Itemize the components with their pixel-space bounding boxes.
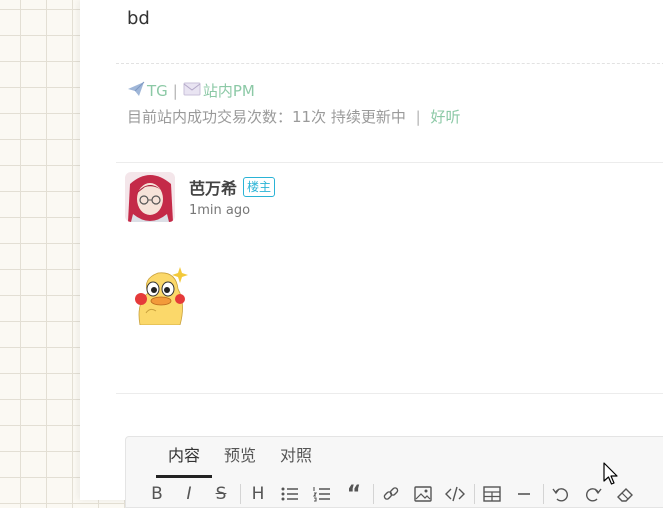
bold-button[interactable]: B xyxy=(144,483,170,505)
italic-button[interactable]: I xyxy=(176,483,202,505)
tab-preview[interactable]: 预览 xyxy=(212,445,268,475)
reply-timestamp: 1min ago xyxy=(189,203,251,218)
reply-divider xyxy=(116,393,663,394)
strikethrough-button[interactable]: S xyxy=(208,483,234,505)
italic-icon: I xyxy=(186,484,192,504)
ordered-list-button[interactable] xyxy=(309,483,335,505)
strikethrough-icon: S xyxy=(215,484,227,504)
horizontal-rule-button[interactable] xyxy=(511,483,537,505)
signature-divider xyxy=(116,63,663,64)
quote-button[interactable]: “ xyxy=(341,481,367,507)
tab-content[interactable]: 内容 xyxy=(156,445,213,478)
toolbar-separator xyxy=(240,484,241,504)
envelope-icon xyxy=(183,82,201,100)
signature-contact-line: TG | 站内PM xyxy=(127,80,255,101)
heading-button[interactable]: H xyxy=(245,483,271,505)
op-badge: 楼主 xyxy=(243,177,276,197)
tab-compare[interactable]: 对照 xyxy=(268,445,324,475)
telegram-link[interactable]: TG xyxy=(147,82,168,100)
quote-icon: “ xyxy=(346,481,362,507)
avatar[interactable] xyxy=(125,172,175,222)
post-body-text: bd xyxy=(127,8,150,29)
mouse-cursor-icon xyxy=(603,462,619,490)
signature-link[interactable]: 好听 xyxy=(430,108,460,126)
post-card: bd TG | 站内PM 目前站内成功交易次数：11次 持续更新中 | 好听 芭 xyxy=(80,0,663,508)
table-button[interactable] xyxy=(479,483,505,505)
image-button[interactable] xyxy=(410,483,436,505)
reply-editor: 内容 预览 对照 B I S H “ xyxy=(125,436,663,508)
heading-icon: H xyxy=(251,484,265,504)
reply-author: 芭万希 楼主 xyxy=(189,175,276,199)
link-button[interactable] xyxy=(378,483,404,505)
duck-sticker-image xyxy=(130,263,192,326)
toolbar-separator xyxy=(373,484,374,504)
editor-tabs: 内容 预览 对照 xyxy=(156,445,324,478)
signature-trade-line: 目前站内成功交易次数：11次 持续更新中 | 好听 xyxy=(127,106,461,127)
signature-separator: | xyxy=(172,81,178,100)
telegram-plane-icon xyxy=(127,81,145,101)
toolbar-separator xyxy=(474,484,475,504)
private-message-link[interactable]: 站内PM xyxy=(203,80,255,101)
bold-icon: B xyxy=(151,484,163,504)
post-divider xyxy=(116,162,663,163)
trade-count-text: 目前站内成功交易次数：11次 持续更新中 xyxy=(127,108,406,126)
bullet-list-button[interactable] xyxy=(277,483,303,505)
signature-separator: | xyxy=(415,108,421,126)
editor-toolbar: B I S H “ xyxy=(144,481,644,507)
link-icon xyxy=(383,487,399,500)
author-name[interactable]: 芭万希 xyxy=(189,175,237,199)
code-button[interactable] xyxy=(442,483,468,505)
toolbar-separator xyxy=(543,484,544,504)
undo-button[interactable] xyxy=(548,483,574,505)
